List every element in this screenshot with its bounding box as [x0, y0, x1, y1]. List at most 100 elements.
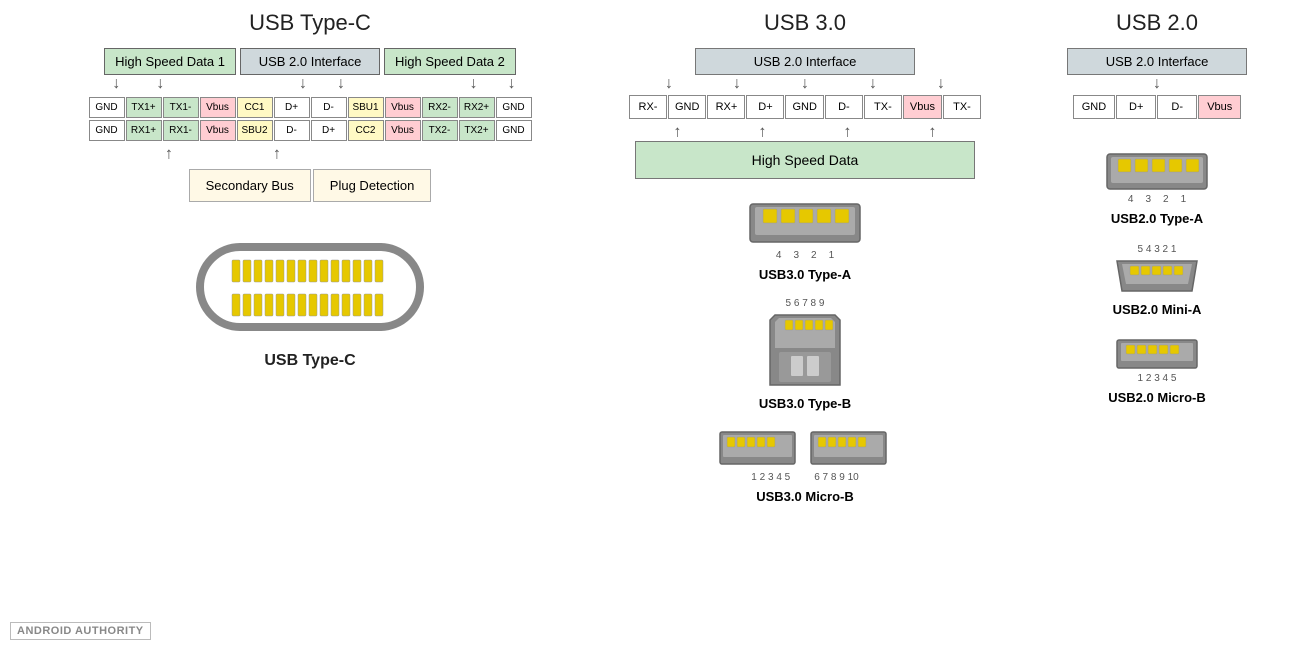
usb20-typea-svg: [1102, 149, 1212, 194]
usb20-microb-numbers: 1 2 3 4 5: [1138, 373, 1177, 384]
pin-d-: D-: [274, 120, 310, 141]
usb30-microb-label: USB3.0 Micro-B: [756, 489, 854, 504]
pin-row-1: GNDTX1+TX1-VbusCC1D+D-SBU1VbusRX2-RX2+GN…: [89, 97, 532, 118]
usb30-interface-box: USB 2.0 Interface: [695, 48, 915, 75]
usb30-arrow5: ↓: [937, 75, 945, 95]
pin-cc1: CC1: [237, 97, 273, 118]
usb20-pin-d-: D-: [1157, 95, 1197, 119]
main-container: USB Type-C High Speed Data 1 USB 2.0 Int…: [0, 0, 1304, 650]
usb30-microb-svg: [715, 427, 895, 472]
usb30-section: USB 3.0 USB 2.0 Interface ↓ ↓ ↓ ↓ ↓ RX-G…: [610, 10, 1000, 640]
watermark: ANDROID AUTHORITY: [10, 622, 151, 640]
usb20-microb-label: USB2.0 Micro-B: [1108, 390, 1206, 405]
usb30-arrow4: ↓: [869, 75, 877, 95]
usb20-pin-d-: D+: [1116, 95, 1156, 119]
usb30-arrow-up3: ↓: [844, 121, 852, 141]
pin-gnd: GND: [496, 120, 532, 141]
usb30-arrow-up2: ↓: [759, 121, 767, 141]
usb30-microb-numbers: 1 2 3 4 56 7 8 9 10: [751, 472, 858, 483]
usb30-typea-block: 4321 USB3.0 Type-A: [745, 199, 865, 282]
usb30-pin-vbus: Vbus: [903, 95, 942, 119]
usb20-section: USB 2.0 USB 2.0 Interface ↓ GNDD+D-Vbus: [1000, 10, 1304, 640]
usb30-title: USB 3.0: [764, 10, 846, 36]
pin-rx2-: RX2-: [422, 97, 458, 118]
arrow-d2: ↓: [337, 75, 345, 97]
usb20-pin-gnd: GND: [1073, 95, 1115, 119]
pin-tx2-: TX2-: [422, 120, 458, 141]
usb30-arrow2: ↓: [733, 75, 741, 95]
usb30-pin-rx-: RX+: [707, 95, 745, 119]
typec-header-mid: USB 2.0 Interface: [240, 48, 380, 75]
pin-cc2: CC2: [348, 120, 384, 141]
usb30-pin-rx-: RX-: [629, 95, 667, 119]
usb20-pin-vbus: Vbus: [1198, 95, 1241, 119]
pin-sbu1: SBU1: [348, 97, 384, 118]
watermark-text: ANDROID AUTHORITY: [17, 625, 144, 637]
usb30-pin-d-: D-: [825, 95, 863, 119]
usb30-typeb-numbers-top: 5 6 7 8 9: [786, 298, 825, 309]
usb20-connectors: 4321 USB2.0 Type-A 5 4 3 2 1 USB2.0 Min: [1000, 149, 1304, 405]
pin-vbus: Vbus: [200, 97, 236, 118]
pin-tx1-: TX1-: [163, 97, 199, 118]
usb30-typeb-block: 5 6 7 8 9 USB3.0 Type-B: [759, 298, 851, 411]
arrow-sec-bus: ↓: [165, 141, 173, 163]
pin-gnd: GND: [89, 120, 125, 141]
pin-rx1-: RX1+: [126, 120, 162, 141]
pin-tx2-: TX2+: [459, 120, 495, 141]
usb30-arrow1: ↓: [665, 75, 673, 95]
arrow-d1: ↓: [299, 75, 307, 97]
usb30-pin-d-: D+: [746, 95, 784, 119]
usb30-microb-block: 1 2 3 4 56 7 8 9 10 USB3.0 Micro-B: [715, 427, 895, 504]
pin-gnd: GND: [496, 97, 532, 118]
usb30-typea-label: USB3.0 Type-A: [759, 267, 851, 282]
usb20-interface-box: USB 2.0 Interface: [1067, 48, 1247, 75]
secondary-row: Secondary Bus Plug Detection: [189, 169, 432, 202]
arrow-rx1: ↓: [470, 75, 478, 97]
secondary-bus-box: Secondary Bus: [189, 169, 311, 202]
usb30-pin-gnd: GND: [668, 95, 706, 119]
usb30-arrow3: ↓: [801, 75, 809, 95]
usb30-typeb-svg: [765, 310, 845, 390]
usb20-minia-label: USB2.0 Mini-A: [1113, 302, 1202, 317]
usb20-typea-block: 4321 USB2.0 Type-A: [1102, 149, 1212, 226]
usb30-pin-gnd: GND: [785, 95, 823, 119]
pin-sbu2: SBU2: [237, 120, 273, 141]
typec-header-left: High Speed Data 1: [104, 48, 236, 75]
pin-d-: D+: [311, 120, 347, 141]
usb20-title: USB 2.0: [1116, 10, 1198, 36]
typec-title: USB Type-C: [249, 10, 371, 36]
usb20-typea-label: USB2.0 Type-A: [1111, 211, 1203, 226]
usb20-minia-numbers: 5 4 3 2 1: [1138, 244, 1177, 255]
usb30-hs-data-box: High Speed Data: [635, 141, 975, 179]
usb20-pins: GNDD+D-Vbus: [1073, 95, 1242, 119]
usb20-typea-numbers: 4321: [1128, 194, 1186, 205]
pin-d-: D-: [311, 97, 347, 118]
pin-gnd: GND: [89, 97, 125, 118]
arrow-rx2: ↓: [508, 75, 516, 97]
usb30-arrow-up1: ↓: [674, 121, 682, 141]
pin-tx1-: TX1+: [126, 97, 162, 118]
arrow-tx2: ↓: [156, 75, 164, 97]
pin-vbus: Vbus: [200, 120, 236, 141]
pin-row-2: GNDRX1+RX1-VbusSBU2D-D+CC2VbusTX2-TX2+GN…: [89, 120, 532, 141]
plug-detection-box: Plug Detection: [313, 169, 432, 202]
typec-connector-label: USB Type-C: [264, 352, 355, 370]
usb30-typea-numbers: 4321: [776, 250, 834, 261]
typec-header-right: High Speed Data 2: [384, 48, 516, 75]
pin-rx2-: RX2+: [459, 97, 495, 118]
pin-vbus: Vbus: [385, 97, 421, 118]
usb30-typeb-label: USB3.0 Type-B: [759, 396, 851, 411]
usb-typec-section: USB Type-C High Speed Data 1 USB 2.0 Int…: [10, 10, 610, 640]
typec-pins-section: GNDTX1+TX1-VbusCC1D+D-SBU1VbusRX2-RX2+GN…: [89, 97, 532, 141]
usb20-microb-block: 1 2 3 4 5 USB2.0 Micro-B: [1108, 335, 1206, 405]
usb30-pin-tx-: TX-: [864, 95, 902, 119]
typec-header-row: High Speed Data 1 USB 2.0 Interface High…: [104, 48, 516, 75]
usb20-arrow-down: ↓: [1153, 75, 1161, 95]
pin-d-: D+: [274, 97, 310, 118]
usb20-minia-block: 5 4 3 2 1 USB2.0 Mini-A: [1112, 244, 1202, 317]
usb30-pin-tx-: TX-: [943, 95, 981, 119]
arrow-tx1: ↓: [112, 75, 120, 97]
usb30-arrow-up4: ↓: [929, 121, 937, 141]
pin-rx1-: RX1-: [163, 120, 199, 141]
usb30-connectors: 4321 USB3.0 Type-A 5 6 7 8 9: [610, 199, 1000, 504]
